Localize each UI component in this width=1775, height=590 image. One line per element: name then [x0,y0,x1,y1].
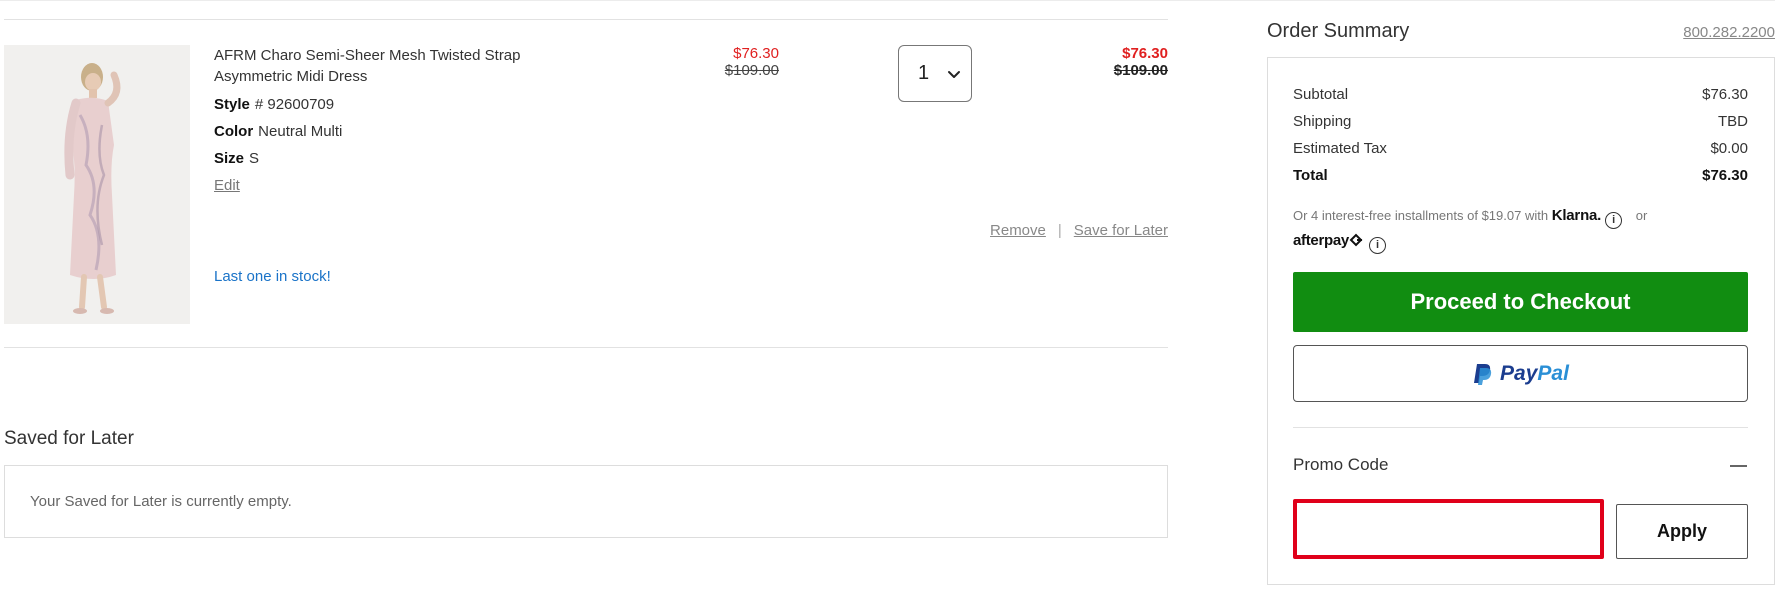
installments-message: Or 4 interest-free installments of $19.0… [1293,204,1733,254]
size-value: S [249,150,260,167]
size-label: Size [214,150,245,167]
order-summary-title: Order Summary [1267,20,1410,42]
product-title[interactable]: AFRM Charo Semi-Sheer Mesh Twisted Strap… [214,45,554,87]
afterpay-logo: afterpay [1293,232,1349,249]
product-color: Color Neutral Multi [214,123,342,140]
color-value: Neutral Multi [258,123,343,140]
quantity-value: 1 [918,62,930,84]
phone-link[interactable]: 800.282.2200 [1620,24,1775,41]
quantity-select[interactable]: 1 [898,45,972,102]
proceed-to-checkout-button[interactable]: Proceed to Checkout [1293,272,1748,332]
paypal-button[interactable]: PayPal [1293,345,1748,402]
promo-divider [1293,427,1748,428]
tax-value: $0.00 [1710,140,1748,157]
total-label: Total [1293,167,1328,184]
product-image[interactable] [4,45,190,324]
chevron-down-icon [948,70,960,78]
apply-button[interactable]: Apply [1616,504,1748,559]
remove-link[interactable]: Remove [990,222,1046,239]
color-label: Color [214,123,254,140]
tax-row: Estimated Tax $0.00 [1293,140,1748,157]
or-text: or [1635,208,1648,223]
shipping-row: Shipping TBD [1293,113,1748,130]
saved-for-later-title: Saved for Later [4,428,134,449]
stock-message: Last one in stock! [214,268,331,285]
top-border [0,0,1775,1]
saved-for-later-empty-message: Your Saved for Later is currently empty. [30,493,292,510]
installments-text: Or 4 interest-free installments of $19.0… [1293,208,1549,223]
paypal-wordmark: PayPal [1500,362,1569,386]
line-total-price: $76.30 $109.00 [1060,45,1168,79]
promo-code-input[interactable] [1293,499,1604,559]
info-icon[interactable]: i [1605,212,1623,229]
edit-link-wrap: Edit [214,177,240,195]
promo-code-title: Promo Code [1293,455,1389,474]
paypal-pal: Pal [1537,361,1569,385]
klarna-logo: Klarna. [1551,207,1602,224]
save-for-later-link[interactable]: Save for Later [1074,222,1168,239]
unit-price: $76.30 $109.00 [680,45,779,79]
item-actions: Remove | Save for Later [960,222,1168,239]
line-total-sale: $76.30 [1122,45,1168,62]
saved-for-later-box: Your Saved for Later is currently empty. [4,465,1168,538]
total-value: $76.30 [1702,167,1748,184]
shipping-label: Shipping [1293,113,1352,130]
paypal-icon [1474,363,1492,385]
edit-link[interactable]: Edit [214,177,240,194]
style-label: Style [214,96,250,113]
product-style: Style # 92600709 [214,96,334,113]
shipping-value: TBD [1718,113,1748,130]
subtotal-label: Subtotal [1293,86,1349,103]
style-value: # 92600709 [254,96,335,113]
actions-separator: | [1057,222,1062,239]
tax-label: Estimated Tax [1293,140,1387,157]
cart-top-divider [4,19,1168,20]
unit-price-original: $109.00 [724,62,779,79]
line-total-original: $109.00 [1113,62,1168,79]
minus-icon[interactable] [1730,465,1747,467]
dress-photo [4,45,190,324]
afterpay-arrows-icon [1349,233,1363,247]
product-size: Size S [214,150,259,167]
total-row: Total $76.30 [1293,167,1748,184]
subtotal-value: $76.30 [1702,86,1748,103]
subtotal-row: Subtotal $76.30 [1293,86,1748,103]
cart-bottom-divider [4,347,1168,348]
info-icon[interactable]: i [1368,237,1386,254]
paypal-pay: Pay [1500,361,1538,385]
unit-price-sale: $76.30 [733,45,779,62]
